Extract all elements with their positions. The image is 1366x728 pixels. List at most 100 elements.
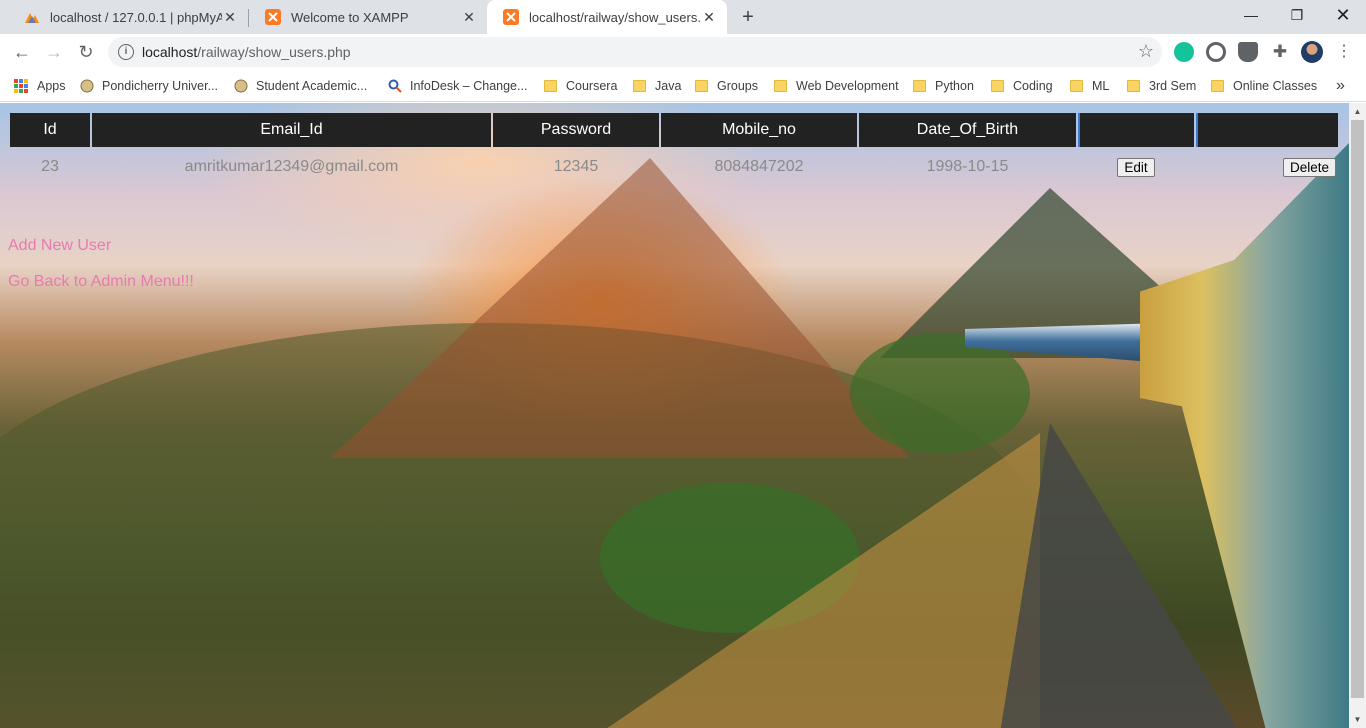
folder-icon [991,80,1004,92]
close-icon[interactable]: ✕ [222,9,238,25]
bookmark-3rd-sem[interactable]: 3rd Sem [1127,76,1196,96]
add-new-user-link[interactable]: Add New User [8,237,111,255]
bookmark-label: ML [1092,79,1110,93]
bookmark-apps[interactable]: Apps [14,76,66,96]
folder-icon [695,80,708,92]
bookmark-label: Student Academic... [256,79,368,93]
xampp-icon [265,9,281,25]
cell-delete: Delete [1196,149,1338,185]
bookmark-label: Coursera [566,79,618,93]
more-bookmarks-icon[interactable]: » [1336,76,1345,96]
header-id: Id [10,113,90,147]
url-text[interactable]: localhost/railway/show_users.php [142,44,351,60]
edit-button[interactable]: Edit [1117,157,1155,177]
users-table: Id Email_Id Password Mobile_no Date_Of_B… [8,111,1340,187]
menu-icon[interactable]: ⋮ [1332,40,1356,64]
background-mountain [330,158,910,458]
bookmark-label: Web Development [796,79,899,93]
back-icon[interactable]: ← [10,40,34,64]
tab-show-users[interactable]: localhost/railway/show_users.php ✕ [487,0,727,34]
bookmarks-bar: Apps Pondicherry Univer... Student Acade… [0,70,1366,102]
window-close-icon[interactable]: ✕ [1320,0,1366,30]
grammarly-icon[interactable] [1174,42,1194,62]
browser-toolbar: ← → ↻ i localhost/railway/show_users.php… [0,34,1366,70]
folder-icon [774,80,787,92]
page-scrollbar[interactable]: ▲ ▼ [1349,103,1366,728]
scrollbar-thumb[interactable] [1351,120,1364,698]
folder-icon [1070,80,1083,92]
back-to-admin-link[interactable]: Go Back to Admin Menu!!! [8,273,194,291]
minimize-icon[interactable]: — [1228,0,1274,30]
new-tab-icon[interactable]: + [738,7,758,27]
header-mobile: Mobile_no [661,113,857,147]
bookmark-infodesk[interactable]: InfoDesk – Change... [388,76,527,96]
bookmark-label: 3rd Sem [1149,79,1197,93]
bookmark-online-classes[interactable]: Online Classes [1211,76,1317,96]
restore-icon[interactable]: ❐ [1274,0,1320,30]
folder-icon [1211,80,1224,92]
url-path: /railway/show_users.php [197,44,351,60]
cell-dob: 1998-10-15 [926,158,1009,175]
bookmark-label: Pondicherry Univer... [102,79,219,93]
bookmark-label: InfoDesk – Change... [410,79,528,93]
table-header-row: Id Email_Id Password Mobile_no Date_Of_B… [10,113,1338,147]
reload-icon[interactable]: ↻ [74,40,98,64]
background-path [600,433,1040,728]
bookmark-label: Groups [717,79,758,93]
close-icon[interactable]: ✕ [461,9,477,25]
bookmark-python[interactable]: Python [913,76,974,96]
search-icon [388,79,402,93]
bookmark-star-icon[interactable]: ☆ [1138,41,1154,62]
forward-icon[interactable]: → [42,40,66,64]
header-email: Email_Id [92,113,491,147]
info-icon[interactable]: i [118,44,134,60]
table-row: 23 amritkumar12349@gmail.com 12345 80848… [10,149,1338,185]
tab-title: localhost / 127.0.0.1 | phpMyAdmin [50,9,222,25]
tab-title: localhost/railway/show_users.php [529,9,701,25]
phpmyadmin-icon [25,13,39,23]
puzzle-icon[interactable]: ✚ [1270,42,1290,62]
header-edit [1078,113,1194,147]
xampp-icon [503,9,519,25]
folder-icon [633,80,646,92]
bookmark-coding[interactable]: Coding [991,76,1053,96]
cell-email: amritkumar12349@gmail.com [184,158,399,175]
bookmark-label: Online Classes [1233,79,1318,93]
tab-phpmyadmin[interactable]: localhost / 127.0.0.1 | phpMyAdmin ✕ [8,0,248,34]
cell-id: 23 [41,158,59,175]
header-dob: Date_Of_Birth [859,113,1076,147]
bookmark-web-development[interactable]: Web Development [774,76,899,96]
bookmark-label: Python [935,79,974,93]
url-host: localhost [142,44,198,60]
scroll-up-icon[interactable]: ▲ [1349,103,1366,120]
folder-icon [1127,80,1140,92]
tab-title: Welcome to XAMPP [291,9,409,25]
bookmark-groups[interactable]: Groups [695,76,758,96]
avatar[interactable] [1301,41,1323,63]
bookmark-pondicherry[interactable]: Pondicherry Univer... [80,76,218,96]
bookmark-label: Coding [1013,79,1053,93]
bookmark-coursera[interactable]: Coursera [544,76,617,96]
bookmark-label: Apps [37,79,66,93]
shield-icon[interactable] [1238,42,1258,62]
site-icon [234,79,248,93]
bookmark-student-academic[interactable]: Student Academic... [234,76,367,96]
page-content: Id Email_Id Password Mobile_no Date_Of_B… [0,103,1349,728]
cell-edit: Edit [1078,149,1194,185]
bookmark-ml[interactable]: ML [1070,76,1109,96]
header-delete [1196,113,1338,147]
delete-button[interactable]: Delete [1282,157,1336,177]
header-password: Password [493,113,659,147]
cell-password: 12345 [553,158,599,175]
cell-mobile: 8084847202 [714,158,804,175]
bookmark-java[interactable]: Java [633,76,681,96]
bookmark-label: Java [655,79,682,93]
scroll-down-icon[interactable]: ▼ [1349,711,1366,728]
folder-icon [913,80,926,92]
folder-icon [544,80,557,92]
extension-icon[interactable] [1206,42,1226,62]
tab-strip: localhost / 127.0.0.1 | phpMyAdmin ✕ Wel… [0,0,1366,34]
tab-xampp[interactable]: Welcome to XAMPP ✕ [249,0,487,34]
close-icon[interactable]: ✕ [701,9,717,25]
address-bar[interactable]: i localhost/railway/show_users.php ☆ [108,37,1162,67]
